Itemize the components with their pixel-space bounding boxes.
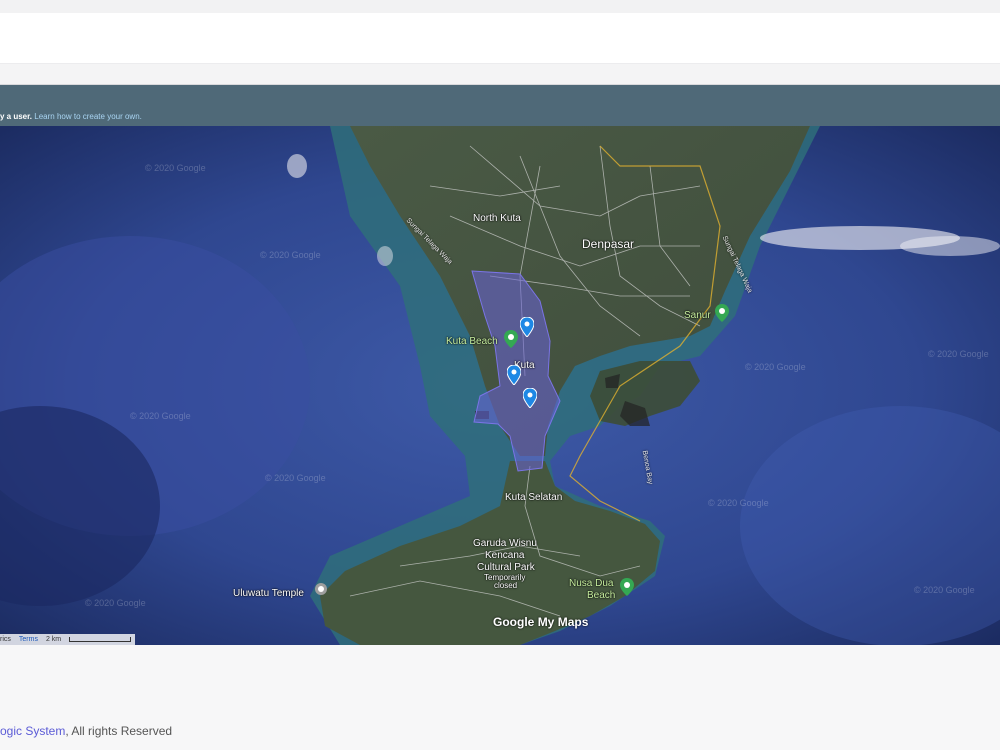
learn-more-link[interactable]: Learn how to create your own. [34,112,142,121]
place-label-nusa-dua: Nusa Dua [569,578,614,589]
map-watermark: © 2020 Google [928,349,989,359]
satellite-map[interactable]: © 2020 Google © 2020 Google © 2020 Googl… [0,126,1000,645]
place-label-gwk: Kencana [485,550,525,561]
map-watermark: © 2020 Google [914,585,975,595]
map-attribution: rics Terms 2 km [0,634,136,645]
scale-bar [69,637,132,642]
beach-poi-icon[interactable] [715,304,729,322]
map-watermark: © 2020 Google [708,498,769,508]
terms-link[interactable]: Terms [19,636,38,643]
map-embed-bar: y a user. Learn how to create your own. [0,85,1000,126]
map-watermark: © 2020 Google [260,250,321,260]
map-watermark: © 2020 Google [145,163,206,173]
place-label-sanur: Sanur [684,310,711,321]
mymaps-wordmark: My Maps [537,615,589,629]
beach-poi-icon[interactable] [620,578,634,596]
footer-system-link[interactable]: ogic System [0,724,65,738]
google-wordmark: Google [493,615,535,629]
browser-top-strip [0,0,1000,13]
page-header [0,13,1000,64]
footer-copyright: ogic System, All rights Reserved [0,724,172,738]
embed-notice: y a user. Learn how to create your own. [0,112,142,121]
temple-poi-icon[interactable] [314,582,328,600]
google-mymaps-logo: Google My Maps [493,615,588,629]
location-pin-icon[interactable] [507,365,521,385]
place-label-gwk: Cultural Park [477,562,535,573]
map-watermark: © 2020 Google [130,411,191,421]
map-watermark: © 2020 Google [265,473,326,483]
footer-rights: , All rights Reserved [65,724,173,738]
place-label-gwk: Garuda Wisnu [473,538,537,549]
place-label-uluwatu: Uluwatu Temple [233,588,304,599]
place-label-nusa-dua: Beach [587,590,616,601]
map-watermark: © 2020 Google [745,362,806,372]
scale-label: 2 km [45,636,62,643]
place-label-north-kuta: North Kuta [473,213,521,224]
place-label-denpasar: Denpasar [582,237,635,251]
place-status-gwk: closed [494,581,518,590]
header-spacer [0,64,1000,85]
location-pin-icon[interactable] [523,388,537,408]
place-label-kuta-selatan: Kuta Selatan [505,492,563,503]
embed-notice-text: y a user. [0,112,33,121]
attribution-text: rics [0,636,11,643]
map-watermark: © 2020 Google [85,598,146,608]
location-pin-icon[interactable] [520,317,534,337]
place-label-kuta-beach: Kuta Beach [446,336,498,347]
beach-poi-icon[interactable] [504,330,518,348]
